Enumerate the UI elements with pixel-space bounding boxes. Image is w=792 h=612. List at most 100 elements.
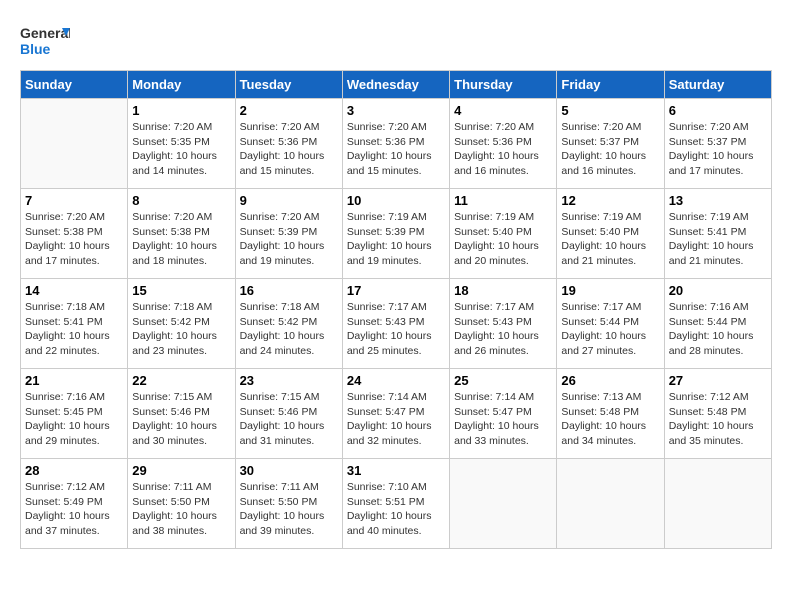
calendar-cell: 31Sunrise: 7:10 AMSunset: 5:51 PMDayligh…	[342, 459, 449, 549]
page-header: General Blue	[20, 20, 772, 60]
calendar-cell: 6Sunrise: 7:20 AMSunset: 5:37 PMDaylight…	[664, 99, 771, 189]
day-number: 28	[25, 463, 123, 478]
calendar-cell: 5 Sunrise: 7:20 AMSunset: 5:37 PMDaylight…	[557, 99, 664, 189]
calendar-cell: 19 Sunrise: 7:17 AMSunset: 5:44 PMDayligh…	[557, 279, 664, 369]
column-header-tuesday: Tuesday	[235, 71, 342, 99]
day-number: 29	[132, 463, 230, 478]
day-info: Sunrise: 7:11 AMSunset: 5:50 PMDaylight:…	[132, 480, 230, 539]
day-info: Sunrise: 7:18 AMSunset: 5:41 PMDaylight:…	[25, 300, 123, 359]
day-info: Sunrise: 7:14 AMSunset: 5:47 PMDaylight:…	[347, 390, 445, 449]
day-number: 22	[132, 373, 230, 388]
calendar-cell	[664, 459, 771, 549]
day-info: Sunrise: 7:14 AMSunset: 5:47 PMDaylight:…	[454, 390, 552, 449]
day-info: Sunrise: 7:13 AMSunset: 5:48 PMDaylight:…	[561, 390, 659, 449]
day-number: 8	[132, 193, 230, 208]
day-number: 27	[669, 373, 767, 388]
calendar-cell: 14 Sunrise: 7:18 AMSunset: 5:41 PMDayligh…	[21, 279, 128, 369]
day-number: 13	[669, 193, 767, 208]
day-number: 9	[240, 193, 338, 208]
day-info: Sunrise: 7:20 AMSunset: 5:36 PMDaylight:…	[454, 120, 552, 179]
day-number: 11	[454, 193, 552, 208]
calendar-cell	[21, 99, 128, 189]
column-header-friday: Friday	[557, 71, 664, 99]
calendar-cell	[557, 459, 664, 549]
calendar-cell: 11 Sunrise: 7:19 AMSunset: 5:40 PMDayligh…	[450, 189, 557, 279]
day-info: Sunrise: 7:19 AMSunset: 5:41 PMDaylight:…	[669, 210, 767, 269]
day-info: Sunrise: 7:12 AMSunset: 5:49 PMDaylight:…	[25, 480, 123, 539]
day-number: 17	[347, 283, 445, 298]
calendar-cell: 24Sunrise: 7:14 AMSunset: 5:47 PMDayligh…	[342, 369, 449, 459]
calendar-table: SundayMondayTuesdayWednesdayThursdayFrid…	[20, 70, 772, 549]
day-info: Sunrise: 7:20 AMSunset: 5:36 PMDaylight:…	[240, 120, 338, 179]
calendar-cell: 13 Sunrise: 7:19 AMSunset: 5:41 PMDayligh…	[664, 189, 771, 279]
logo: General Blue	[20, 20, 70, 60]
calendar-cell: 15Sunrise: 7:18 AMSunset: 5:42 PMDayligh…	[128, 279, 235, 369]
day-number: 25	[454, 373, 552, 388]
day-number: 21	[25, 373, 123, 388]
column-header-saturday: Saturday	[664, 71, 771, 99]
calendar-cell: 20 Sunrise: 7:16 AMSunset: 5:44 PMDayligh…	[664, 279, 771, 369]
day-info: Sunrise: 7:16 AMSunset: 5:44 PMDaylight:…	[669, 300, 767, 359]
calendar-cell: 22 Sunrise: 7:15 AMSunset: 5:46 PMDayligh…	[128, 369, 235, 459]
calendar-week-3: 14 Sunrise: 7:18 AMSunset: 5:41 PMDayligh…	[21, 279, 772, 369]
day-info: Sunrise: 7:12 AMSunset: 5:48 PMDaylight:…	[669, 390, 767, 449]
calendar-week-4: 21 Sunrise: 7:16 AMSunset: 5:45 PMDayligh…	[21, 369, 772, 459]
day-number: 10	[347, 193, 445, 208]
day-number: 12	[561, 193, 659, 208]
calendar-cell: 16 Sunrise: 7:18 AMSunset: 5:42 PMDayligh…	[235, 279, 342, 369]
day-info: Sunrise: 7:17 AMSunset: 5:43 PMDaylight:…	[347, 300, 445, 359]
calendar-week-5: 28 Sunrise: 7:12 AMSunset: 5:49 PMDayligh…	[21, 459, 772, 549]
calendar-cell: 3Sunrise: 7:20 AMSunset: 5:36 PMDaylight…	[342, 99, 449, 189]
calendar-cell: 28 Sunrise: 7:12 AMSunset: 5:49 PMDayligh…	[21, 459, 128, 549]
day-info: Sunrise: 7:17 AMSunset: 5:43 PMDaylight:…	[454, 300, 552, 359]
calendar-cell: 29 Sunrise: 7:11 AMSunset: 5:50 PMDayligh…	[128, 459, 235, 549]
day-info: Sunrise: 7:15 AMSunset: 5:46 PMDaylight:…	[240, 390, 338, 449]
column-header-thursday: Thursday	[450, 71, 557, 99]
day-number: 6	[669, 103, 767, 118]
day-info: Sunrise: 7:20 AMSunset: 5:35 PMDaylight:…	[132, 120, 230, 179]
day-info: Sunrise: 7:20 AMSunset: 5:39 PMDaylight:…	[240, 210, 338, 269]
day-info: Sunrise: 7:10 AMSunset: 5:51 PMDaylight:…	[347, 480, 445, 539]
calendar-cell: 9 Sunrise: 7:20 AMSunset: 5:39 PMDaylight…	[235, 189, 342, 279]
svg-text:General: General	[20, 25, 70, 41]
day-number: 20	[669, 283, 767, 298]
calendar-cell: 1 Sunrise: 7:20 AMSunset: 5:35 PMDaylight…	[128, 99, 235, 189]
day-number: 2	[240, 103, 338, 118]
day-number: 1	[132, 103, 230, 118]
calendar-cell: 21 Sunrise: 7:16 AMSunset: 5:45 PMDayligh…	[21, 369, 128, 459]
day-info: Sunrise: 7:16 AMSunset: 5:45 PMDaylight:…	[25, 390, 123, 449]
column-header-sunday: Sunday	[21, 71, 128, 99]
day-number: 15	[132, 283, 230, 298]
day-number: 16	[240, 283, 338, 298]
calendar-cell: 12 Sunrise: 7:19 AMSunset: 5:40 PMDayligh…	[557, 189, 664, 279]
day-info: Sunrise: 7:20 AMSunset: 5:37 PMDaylight:…	[561, 120, 659, 179]
calendar-cell: 18Sunrise: 7:17 AMSunset: 5:43 PMDayligh…	[450, 279, 557, 369]
day-info: Sunrise: 7:15 AMSunset: 5:46 PMDaylight:…	[132, 390, 230, 449]
calendar-cell: 4Sunrise: 7:20 AMSunset: 5:36 PMDaylight…	[450, 99, 557, 189]
day-number: 3	[347, 103, 445, 118]
column-header-monday: Monday	[128, 71, 235, 99]
column-header-wednesday: Wednesday	[342, 71, 449, 99]
day-info: Sunrise: 7:19 AMSunset: 5:39 PMDaylight:…	[347, 210, 445, 269]
svg-text:Blue: Blue	[20, 41, 51, 57]
calendar-week-2: 7Sunrise: 7:20 AMSunset: 5:38 PMDaylight…	[21, 189, 772, 279]
day-info: Sunrise: 7:20 AMSunset: 5:38 PMDaylight:…	[132, 210, 230, 269]
logo-icon: General Blue	[20, 20, 70, 60]
calendar-cell: 2 Sunrise: 7:20 AMSunset: 5:36 PMDaylight…	[235, 99, 342, 189]
calendar-cell: 30Sunrise: 7:11 AMSunset: 5:50 PMDayligh…	[235, 459, 342, 549]
calendar-header-row: SundayMondayTuesdayWednesdayThursdayFrid…	[21, 71, 772, 99]
day-info: Sunrise: 7:19 AMSunset: 5:40 PMDaylight:…	[561, 210, 659, 269]
day-number: 5	[561, 103, 659, 118]
day-info: Sunrise: 7:17 AMSunset: 5:44 PMDaylight:…	[561, 300, 659, 359]
day-number: 14	[25, 283, 123, 298]
calendar-cell: 23Sunrise: 7:15 AMSunset: 5:46 PMDayligh…	[235, 369, 342, 459]
day-info: Sunrise: 7:20 AMSunset: 5:38 PMDaylight:…	[25, 210, 123, 269]
calendar-cell: 25 Sunrise: 7:14 AMSunset: 5:47 PMDayligh…	[450, 369, 557, 459]
day-info: Sunrise: 7:19 AMSunset: 5:40 PMDaylight:…	[454, 210, 552, 269]
day-number: 30	[240, 463, 338, 478]
calendar-week-1: 1 Sunrise: 7:20 AMSunset: 5:35 PMDaylight…	[21, 99, 772, 189]
day-number: 19	[561, 283, 659, 298]
day-info: Sunrise: 7:18 AMSunset: 5:42 PMDaylight:…	[240, 300, 338, 359]
calendar-cell: 10 Sunrise: 7:19 AMSunset: 5:39 PMDayligh…	[342, 189, 449, 279]
calendar-cell: 7Sunrise: 7:20 AMSunset: 5:38 PMDaylight…	[21, 189, 128, 279]
